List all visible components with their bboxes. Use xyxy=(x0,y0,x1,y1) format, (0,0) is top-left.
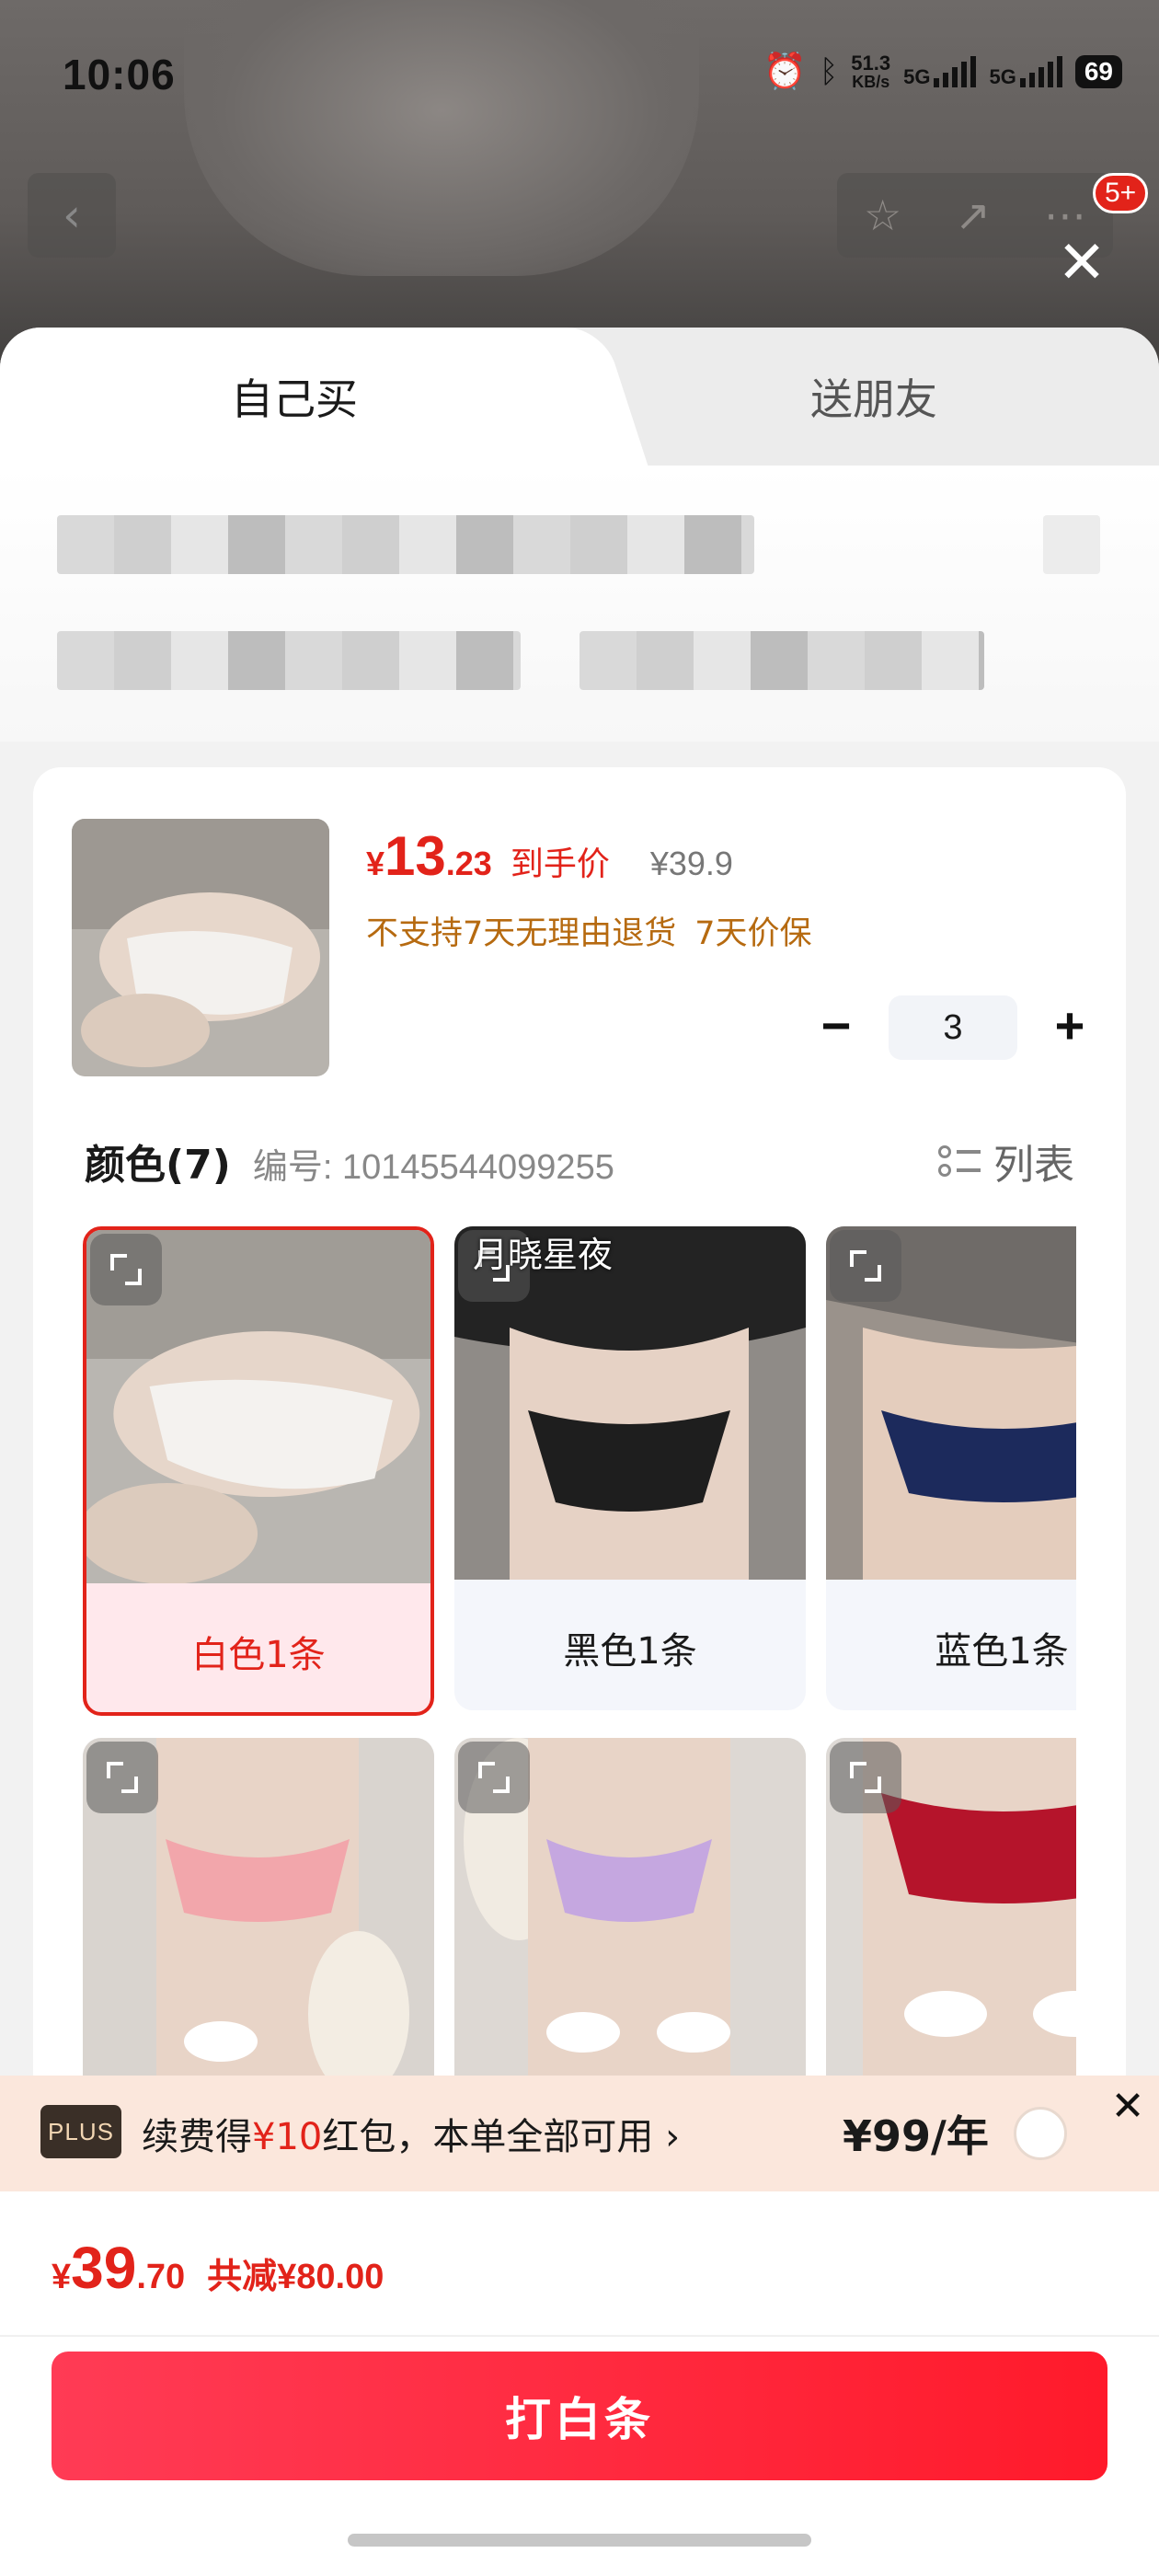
plus-text-prefix: 续费得 xyxy=(142,2116,252,2158)
color-title: 颜色(7) xyxy=(85,1142,231,1189)
price-symbol: ¥ xyxy=(366,845,385,882)
sim2-label: 5G xyxy=(989,65,1016,88)
color-option-label: 黑色1条 xyxy=(563,1630,697,1673)
net-speed-unit: KB/s xyxy=(852,73,890,91)
contact-phone-blurred xyxy=(580,631,984,690)
plus-promo-text: 续费得¥10红包，本单全部可用 › xyxy=(142,2107,680,2160)
alarm-icon: ⏰ xyxy=(763,52,807,91)
back-icon: ‹ xyxy=(28,173,116,258)
expand-icon[interactable] xyxy=(458,1742,530,1813)
plus-text-suffix: 红包，本单全部可用 xyxy=(322,2116,654,2158)
list-icon xyxy=(938,1145,981,1177)
close-icon[interactable]: ✕ xyxy=(1096,2076,1159,2138)
battery-icon: 69 xyxy=(1074,55,1122,88)
sim1-label: 5G xyxy=(903,65,931,88)
product-thumbnail-image xyxy=(72,819,329,1076)
close-icon[interactable]: ✕ xyxy=(1049,230,1115,296)
status-time: 10:06 xyxy=(63,51,176,98)
no-return-notice: 不支持7天无理由退货 xyxy=(366,915,677,952)
expand-icon[interactable] xyxy=(86,1742,158,1813)
total-price-row: ¥39.70 共减¥80.00 xyxy=(52,2234,384,2302)
total-decimal: .70 xyxy=(136,2258,186,2296)
expand-icon[interactable] xyxy=(90,1234,162,1305)
color-header: 颜色(7) 编号: 10145544099255 xyxy=(85,1132,614,1190)
checkout-footer: ¥39.70 共减¥80.00 打白条 xyxy=(0,2191,1159,2576)
expand-icon[interactable] xyxy=(830,1742,901,1813)
color-option-label: 蓝色1条 xyxy=(935,1630,1069,1673)
hand-price-label: 到手价 xyxy=(510,845,610,883)
price-integer: 13 xyxy=(384,825,446,887)
contact-name-blurred xyxy=(57,631,521,690)
plus-badge: PLUS xyxy=(40,2105,121,2158)
quantity-stepper: − 3 + xyxy=(804,995,1102,1060)
cart-badge: 5+ xyxy=(1093,173,1149,213)
star-icon: ☆ xyxy=(864,190,902,240)
plus-select-radio[interactable] xyxy=(1014,2107,1067,2160)
pay-baitiao-button[interactable]: 打白条 xyxy=(52,2352,1107,2480)
tab-buy-self[interactable]: 自己买 xyxy=(0,328,589,466)
chevron-right-icon: › xyxy=(665,2116,681,2158)
sim1-signal: 5G xyxy=(903,56,977,88)
watermark-text: 月晓星夜 xyxy=(473,1235,614,1275)
decrease-button[interactable]: − xyxy=(804,995,868,1060)
plus-price: ¥99/年 xyxy=(843,2111,989,2161)
bluetooth-icon: ᛒ xyxy=(819,53,839,89)
net-speed: 51.3 KB/s xyxy=(851,52,891,91)
original-price: ¥39.9 xyxy=(649,845,733,882)
total-symbol: ¥ xyxy=(52,2258,72,2296)
list-view-label: 列表 xyxy=(993,1142,1074,1189)
signal-bars-icon xyxy=(934,56,977,87)
color-option-blue[interactable]: 蓝色1条 xyxy=(826,1226,1076,1710)
total-integer: 39 xyxy=(71,2235,137,2301)
tab-gift-friend[interactable]: 送朋友 xyxy=(589,328,1159,466)
total-price: ¥39.70 xyxy=(52,2234,185,2302)
color-option-label: 白色1条 xyxy=(191,1634,326,1676)
status-icons: ⏰ ᛒ 51.3 KB/s 5G 5G 69 xyxy=(763,52,1122,92)
price-protect-notice: 7天价保 xyxy=(694,915,812,952)
increase-button[interactable]: + xyxy=(1038,995,1102,1060)
net-speed-value: 51.3 xyxy=(851,52,891,75)
address-section[interactable] xyxy=(0,466,1159,742)
product-code: 编号: 10145544099255 xyxy=(252,1148,614,1187)
share-icon: ↗ xyxy=(955,190,991,240)
plus-membership-bar[interactable]: PLUS 续费得¥10红包，本单全部可用 › ¥99/年 xyxy=(0,2076,1159,2191)
product-thumbnail[interactable] xyxy=(72,819,329,1076)
expand-icon[interactable] xyxy=(830,1230,901,1302)
footer-divider xyxy=(0,2335,1159,2337)
tab-buy-self-label: 自己买 xyxy=(231,374,358,424)
sim2-signal: 5G xyxy=(989,56,1062,88)
list-view-button[interactable]: 列表 xyxy=(938,1132,1074,1190)
signal-bars-icon xyxy=(1019,56,1062,87)
service-notices: 不支持7天无理由退货 7天价保 xyxy=(366,907,812,954)
purchase-sheet: 送朋友 自己买 ¥13.23 到手价 ¥39.9 不支持7天无理由退货 7天价保… xyxy=(0,328,1159,2576)
purchase-tabs: 送朋友 自己买 xyxy=(0,328,1159,466)
total-reduction: 共减¥80.00 xyxy=(207,2258,384,2296)
plus-text-amount: ¥10 xyxy=(252,2116,323,2158)
address-tag-blurred xyxy=(1043,515,1100,574)
price-decimal: .23 xyxy=(445,845,492,882)
hand-price: ¥13.23 xyxy=(366,824,492,888)
color-option-black[interactable]: 月晓星夜 黑色1条 xyxy=(454,1226,806,1710)
hand-price-row: ¥13.23 到手价 ¥39.9 xyxy=(366,824,733,888)
color-option-white[interactable]: 白色1条 xyxy=(83,1226,434,1716)
status-bar: 10:06 ⏰ ᛒ 51.3 KB/s 5G 5G 69 xyxy=(0,0,1159,156)
quantity-input[interactable]: 3 xyxy=(889,995,1017,1060)
address-line-blurred xyxy=(57,515,754,574)
home-indicator[interactable] xyxy=(348,2534,811,2547)
